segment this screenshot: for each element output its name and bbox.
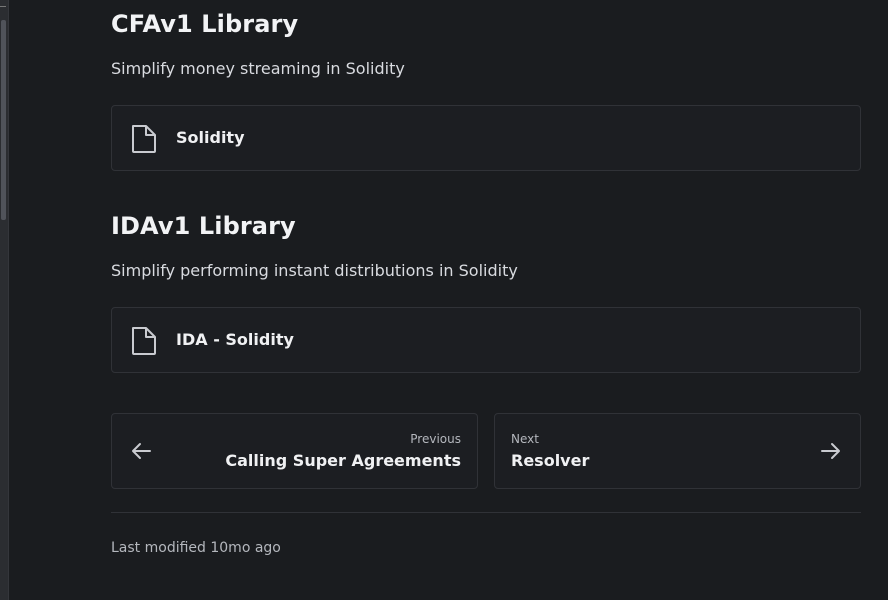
footer-divider (111, 512, 861, 513)
previous-caption: Previous (410, 432, 461, 446)
scrollbar-up-arrow[interactable] (0, 6, 6, 11)
document-icon (132, 327, 156, 355)
section-description-idav1: Simplify performing instant distribution… (111, 261, 518, 280)
scrollbar-thumb[interactable] (1, 20, 6, 220)
section-description-cfav1: Simplify money streaming in Solidity (111, 59, 405, 78)
section-heading-idav1: IDAv1 Library (111, 212, 296, 240)
next-title: Resolver (511, 451, 590, 470)
section-heading-cfav1: CFAv1 Library (111, 10, 299, 38)
last-modified-text: Last modified 10mo ago (111, 540, 281, 556)
scrollbar[interactable] (0, 0, 9, 600)
arrow-right-icon (821, 443, 840, 459)
link-card-label: IDA - Solidity (176, 330, 294, 349)
link-card-ida-solidity[interactable]: IDA - Solidity (111, 307, 861, 373)
link-card-label: Solidity (176, 128, 245, 147)
link-card-solidity[interactable]: Solidity (111, 105, 861, 171)
next-page-link[interactable]: Next Resolver (494, 413, 861, 489)
previous-page-link[interactable]: Previous Calling Super Agreements (111, 413, 478, 489)
document-icon (132, 125, 156, 153)
arrow-left-icon (132, 443, 151, 459)
next-caption: Next (511, 432, 539, 446)
previous-title: Calling Super Agreements (225, 451, 461, 470)
